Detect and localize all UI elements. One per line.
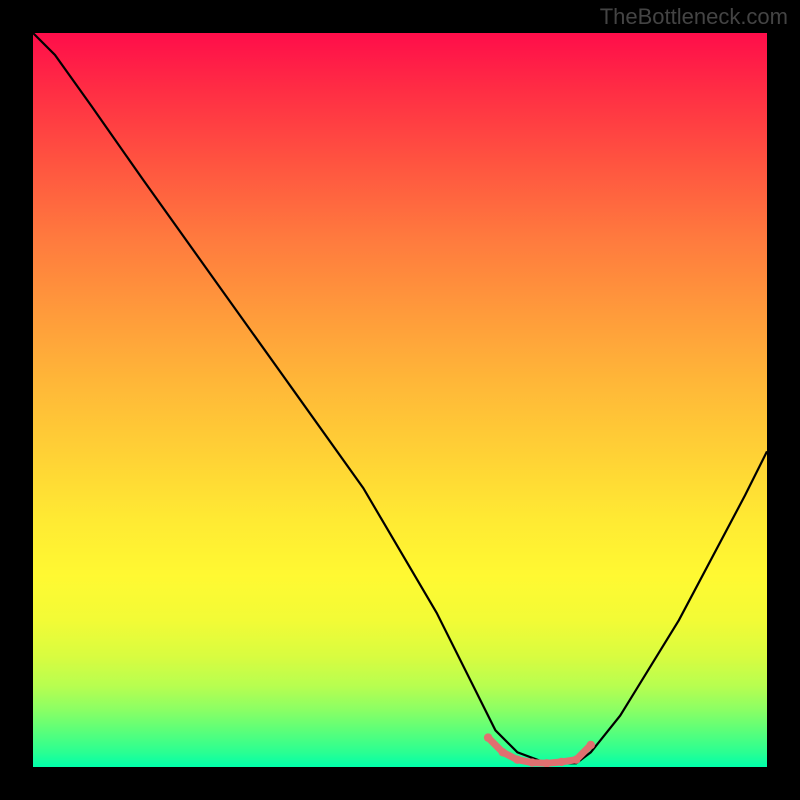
flat-zone-dot [484, 733, 492, 741]
bottleneck-curve [33, 33, 767, 763]
flat-zone-dot [513, 756, 521, 764]
flat-zone-dot [557, 758, 565, 766]
flat-zone-dot [587, 741, 595, 749]
chart-svg [33, 33, 767, 767]
flat-zone-dot [499, 748, 507, 756]
flat-zone-markers [484, 733, 595, 767]
flat-zone-dot [528, 758, 536, 766]
plot-area [33, 33, 767, 767]
flat-zone-dot [572, 756, 580, 764]
watermark-text: TheBottleneck.com [600, 4, 788, 30]
